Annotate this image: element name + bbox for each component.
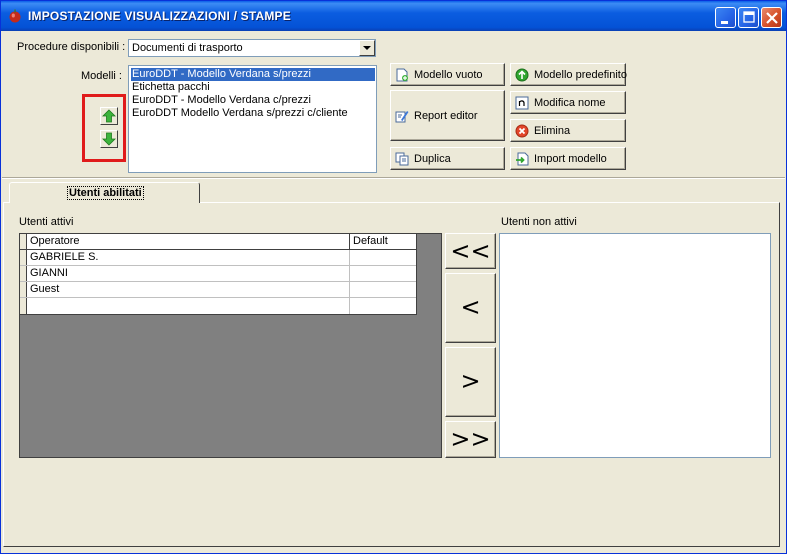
default-model-icon (515, 68, 529, 82)
modello-vuoto-label: Modello vuoto (414, 69, 483, 81)
tab-label: Utenti abilitati (67, 186, 144, 200)
close-button[interactable] (761, 7, 782, 28)
report-editor-button[interactable]: Report editor (390, 90, 505, 141)
model-item[interactable]: Etichetta pacchi (131, 81, 375, 94)
add-user-button[interactable]: < (445, 273, 496, 343)
column-header-default[interactable]: Default (350, 234, 417, 249)
table-row[interactable]: GIANNI (20, 266, 416, 282)
row-indicator[interactable] (20, 266, 27, 281)
move-down-button[interactable] (100, 130, 118, 148)
models-label: Modelli : (81, 70, 122, 82)
table-row[interactable]: GABRIELE S. (20, 250, 416, 266)
report-editor-label: Report editor (414, 110, 478, 122)
table-row[interactable]: Guest (20, 282, 416, 298)
cell-operatore[interactable] (27, 298, 350, 314)
elimina-button[interactable]: Elimina (510, 119, 626, 142)
modello-predefinito-label: Modello predefinito (534, 69, 627, 81)
inactive-users-list[interactable] (499, 233, 771, 458)
procedure-label: Procedure disponibili : (17, 41, 126, 53)
active-users-grid[interactable]: Operatore Default GABRIELE S. GIANNI Gue… (19, 233, 442, 458)
row-indicator (20, 234, 27, 249)
move-up-button[interactable] (100, 107, 118, 125)
chevron-down-icon (363, 46, 371, 50)
arrow-down-icon (102, 132, 116, 146)
title-bar[interactable]: IMPOSTAZIONE VISUALIZZAZIONI / STAMPE (1, 1, 786, 31)
procedure-combobox[interactable]: Documenti di trasporto (128, 39, 376, 57)
table-row[interactable] (20, 298, 416, 314)
cell-default[interactable] (350, 266, 417, 281)
procedure-value: Documenti di trasporto (132, 42, 243, 54)
close-icon (766, 12, 778, 24)
cell-operatore[interactable]: Guest (27, 282, 350, 297)
new-document-icon (396, 68, 408, 82)
minimize-icon (721, 21, 728, 24)
separator (2, 177, 785, 179)
cell-default[interactable] (350, 282, 417, 297)
cell-operatore[interactable]: GIANNI (27, 266, 350, 281)
minimize-button[interactable] (715, 7, 736, 28)
model-item[interactable]: EuroDDT Modello Verdana s/prezzi c/clien… (131, 107, 375, 120)
duplicate-icon (395, 152, 409, 166)
active-users-table: Operatore Default GABRIELE S. GIANNI Gue… (20, 234, 417, 315)
report-editor-icon (395, 111, 409, 123)
add-all-users-button[interactable]: << (445, 233, 496, 269)
delete-icon (515, 124, 529, 138)
models-listbox[interactable]: EuroDDT - Modello Verdana s/prezzi Etich… (128, 65, 377, 173)
duplica-label: Duplica (414, 153, 451, 165)
cell-operatore[interactable]: GABRIELE S. (27, 250, 350, 265)
import-icon (516, 152, 529, 166)
model-item[interactable]: EuroDDT - Modello Verdana c/prezzi (131, 94, 375, 107)
modello-predefinito-button[interactable]: Modello predefinito (510, 63, 627, 86)
elimina-label: Elimina (534, 125, 571, 137)
modifica-nome-button[interactable]: Modifica nome (510, 91, 626, 114)
arrow-up-icon (102, 109, 116, 123)
combo-dropdown-button[interactable] (359, 40, 375, 56)
app-icon (9, 9, 21, 23)
inactive-users-label: Utenti non attivi (501, 216, 577, 228)
row-indicator[interactable] (20, 250, 27, 265)
duplica-button[interactable]: Duplica (390, 147, 505, 170)
column-header-operatore[interactable]: Operatore (27, 234, 350, 249)
import-modello-label: Import modello (534, 153, 607, 165)
active-users-label: Utenti attivi (19, 216, 74, 228)
import-modello-button[interactable]: Import modello (510, 147, 626, 170)
maximize-icon (743, 11, 755, 23)
cell-default[interactable] (350, 250, 417, 265)
model-item[interactable]: EuroDDT - Modello Verdana s/prezzi (131, 68, 375, 81)
rename-icon (515, 96, 529, 110)
remove-user-button[interactable]: > (445, 347, 496, 417)
modifica-nome-label: Modifica nome (534, 97, 606, 109)
window-title: IMPOSTAZIONE VISUALIZZAZIONI / STAMPE (28, 9, 291, 23)
row-indicator[interactable] (20, 282, 27, 297)
cell-default[interactable] (350, 298, 417, 314)
highlight-box (82, 94, 126, 162)
main-window: IMPOSTAZIONE VISUALIZZAZIONI / STAMPE Pr… (0, 0, 787, 554)
tab-utenti-abilitati[interactable]: Utenti abilitati (9, 182, 200, 203)
maximize-button[interactable] (738, 7, 759, 28)
modello-vuoto-button[interactable]: Modello vuoto (390, 63, 505, 86)
table-header: Operatore Default (20, 234, 416, 250)
row-indicator[interactable] (20, 298, 27, 314)
remove-all-users-button[interactable]: >> (445, 421, 496, 458)
